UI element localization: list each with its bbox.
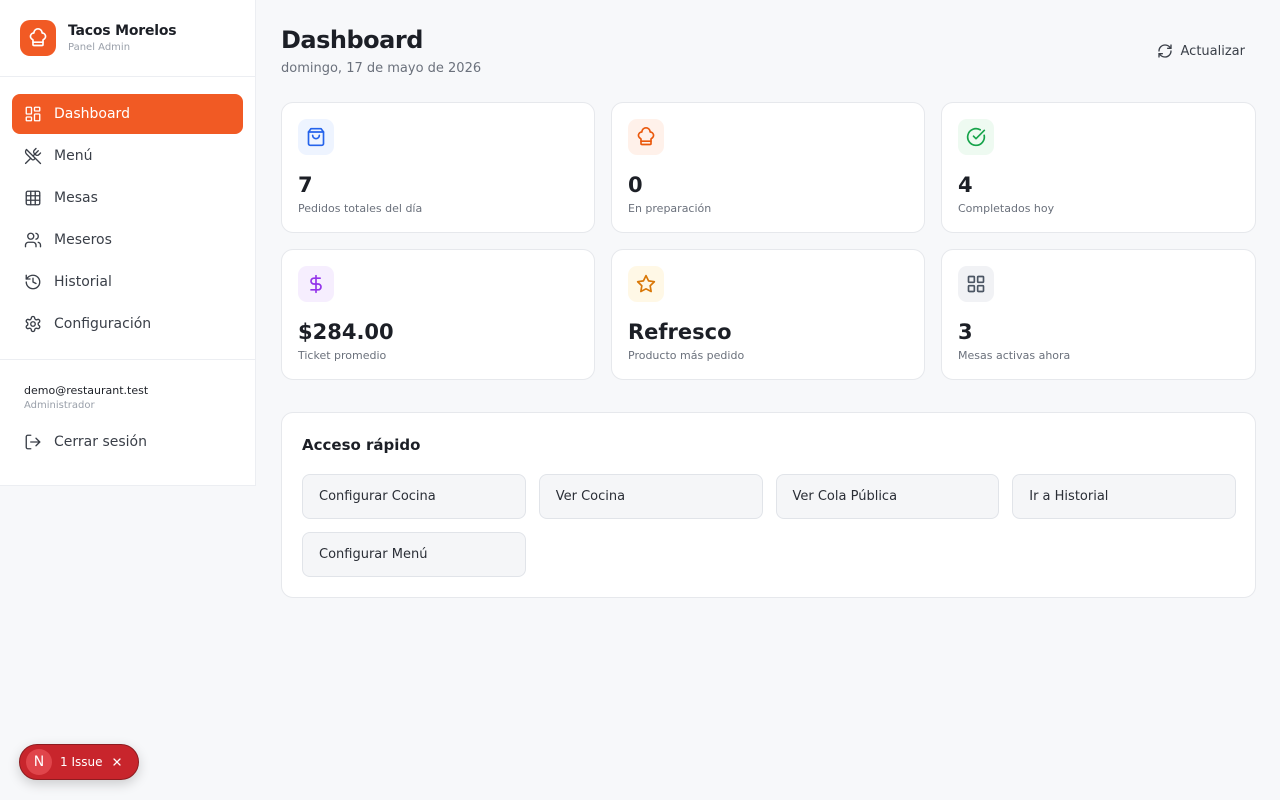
star-icon: [628, 266, 664, 302]
sidebar-nav: Dashboard Menú Mesas Meseros Historial C…: [0, 77, 255, 360]
refresh-label: Actualizar: [1180, 43, 1245, 59]
stat-card-total-orders: 7 Pedidos totales del día: [281, 102, 595, 233]
stat-card-top-product: Refresco Producto más pedido: [611, 249, 925, 380]
user-email: demo@restaurant.test: [24, 384, 149, 397]
brand-subtitle: Panel Admin: [68, 42, 131, 53]
history-icon: [25, 274, 41, 290]
dollar-icon: [298, 266, 334, 302]
brand-name: Tacos Morelos: [68, 23, 177, 39]
nextjs-logo-icon: N: [26, 749, 52, 775]
sidebar-item-label: Menú: [54, 148, 93, 164]
sidebar-item-label: Meseros: [54, 232, 112, 248]
stat-label: Producto más pedido: [628, 349, 745, 362]
stat-label: Pedidos totales del día: [298, 202, 423, 215]
user-panel: demo@restaurant.test Administrador Cerra…: [0, 360, 255, 451]
ir-a-historial-button[interactable]: Ir a Historial: [1012, 474, 1236, 519]
close-icon[interactable]: [110, 755, 124, 769]
issue-badge[interactable]: N 1 Issue: [19, 744, 139, 780]
issue-label: 1 Issue: [60, 755, 103, 769]
stat-value: 4: [958, 173, 973, 197]
stat-label: Completados hoy: [958, 202, 1055, 215]
stat-card-active-tables: 3 Mesas activas ahora: [941, 249, 1256, 380]
gear-icon: [25, 315, 41, 333]
stat-card-average-ticket: $284.00 Ticket promedio: [281, 249, 595, 380]
logout-icon: [25, 434, 41, 450]
stat-label: Mesas activas ahora: [958, 349, 1071, 362]
refresh-button[interactable]: Actualizar: [1157, 41, 1245, 61]
page-title: Dashboard: [281, 26, 423, 54]
shopping-bag-icon: [298, 119, 334, 155]
stat-value: 0: [628, 173, 643, 197]
ver-cocina-button[interactable]: Ver Cocina: [538, 474, 763, 519]
sidebar-item-configuracion[interactable]: Configuración: [12, 304, 243, 344]
users-icon: [24, 232, 42, 248]
stat-label: Ticket promedio: [298, 349, 387, 362]
sidebar: Tacos Morelos Panel Admin Dashboard Menú…: [0, 0, 256, 486]
stat-card-in-preparation: 0 En preparación: [611, 102, 925, 233]
configurar-cocina-button[interactable]: Configurar Cocina: [302, 474, 526, 519]
grid-icon: [958, 266, 994, 302]
refresh-icon: [1157, 44, 1172, 58]
user-role: Administrador: [24, 400, 95, 411]
check-circle-icon: [958, 119, 994, 155]
stat-value: Refresco: [628, 320, 732, 344]
stat-value: $284.00: [298, 320, 394, 344]
quick-access-grid: Configurar Cocina Ver Cocina Ver Cola Pú…: [302, 474, 1236, 577]
chef-hat-icon: [20, 20, 56, 56]
sidebar-item-meseros[interactable]: Meseros: [12, 220, 243, 260]
dashboard-icon: [25, 106, 41, 122]
page-date: domingo, 17 de mayo de 2026: [281, 61, 482, 76]
sidebar-item-historial[interactable]: Historial: [12, 262, 243, 302]
stat-label: En preparación: [628, 202, 712, 215]
sidebar-item-label: Mesas: [54, 190, 98, 206]
stats-grid: 7 Pedidos totales del día 0 En preparaci…: [281, 102, 1256, 380]
quick-access-panel: Acceso rápido Configurar Cocina Ver Coci…: [281, 412, 1256, 598]
sidebar-item-label: Dashboard: [54, 106, 130, 122]
ver-cola-publica-button[interactable]: Ver Cola Pública: [775, 474, 1000, 519]
stat-value: 7: [298, 173, 313, 197]
sidebar-item-dashboard[interactable]: Dashboard: [12, 94, 243, 134]
sidebar-item-mesas[interactable]: Mesas: [12, 178, 243, 218]
utensils-icon: [24, 147, 42, 165]
chef-hat-icon: [628, 119, 664, 155]
grid-icon: [25, 190, 41, 206]
logout-button[interactable]: Cerrar sesión: [24, 433, 255, 451]
stat-card-completed: 4 Completados hoy: [941, 102, 1256, 233]
sidebar-item-label: Configuración: [54, 316, 152, 332]
sidebar-item-label: Historial: [54, 274, 112, 290]
logout-label: Cerrar sesión: [54, 434, 147, 450]
sidebar-item-menu[interactable]: Menú: [12, 136, 243, 176]
configurar-menu-button[interactable]: Configurar Menú: [302, 532, 526, 577]
stat-value: 3: [958, 320, 973, 344]
brand: Tacos Morelos Panel Admin: [0, 0, 255, 77]
quick-access-title: Acceso rápido: [302, 436, 421, 454]
